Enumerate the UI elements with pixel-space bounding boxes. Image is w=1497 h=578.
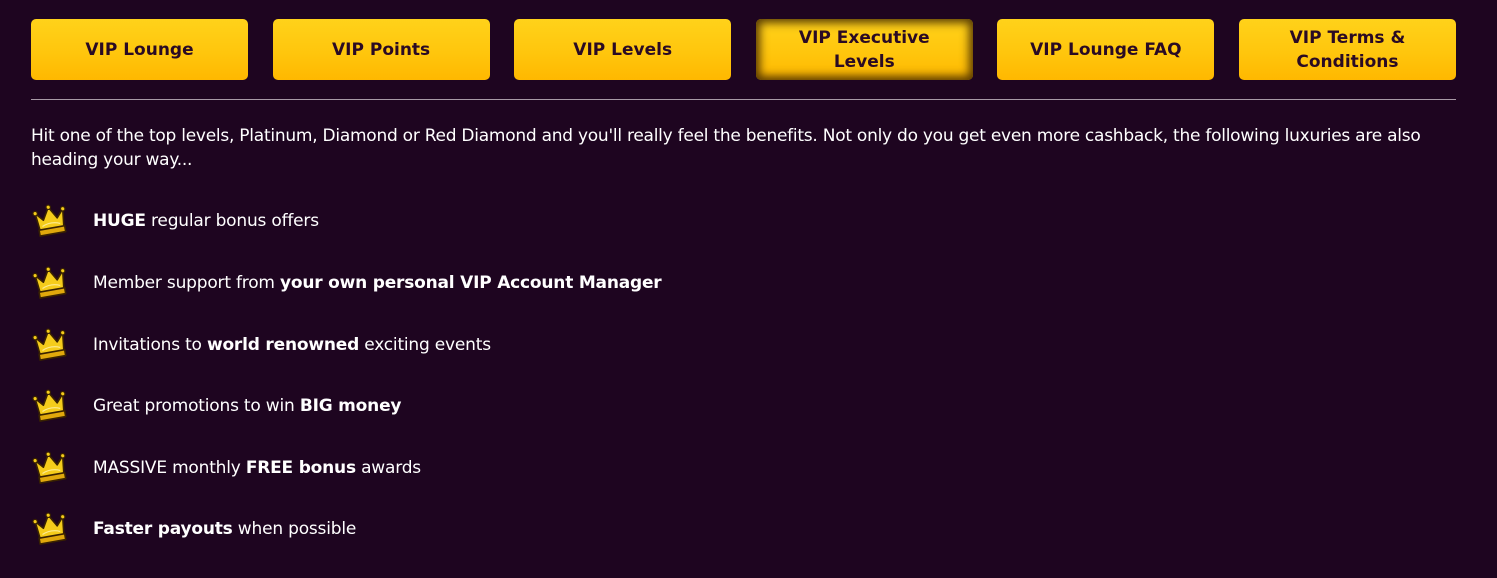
tab-label: VIP Levels	[573, 39, 673, 60]
tab-label: VIP Executive Levels	[798, 27, 930, 72]
intro-paragraph: Hit one of the top levels, Platinum, Dia…	[31, 126, 1421, 170]
crown-icon	[31, 325, 71, 365]
benefit-text: Invitations to world renowned exciting e…	[93, 335, 491, 355]
vip-tab-bar: VIP Lounge VIP Points VIP Levels VIP Exe…	[31, 19, 1456, 80]
benefit-item: HUGE regular bonus offers	[31, 201, 319, 241]
crown-icon	[31, 448, 71, 488]
crown-icon	[31, 263, 71, 303]
crown-icon	[31, 386, 71, 426]
tab-vip-points[interactable]: VIP Points	[272, 19, 490, 80]
crown-icon	[31, 509, 71, 549]
tab-label: VIP Terms & Conditions	[1289, 27, 1406, 72]
benefit-text: Great promotions to win BIG money	[93, 396, 402, 416]
benefit-text: MASSIVE monthly FREE bonus awards	[93, 458, 421, 478]
tab-label: VIP Lounge FAQ	[1030, 39, 1182, 60]
tab-vip-levels[interactable]: VIP Levels	[514, 19, 732, 80]
tab-vip-terms-conditions[interactable]: VIP Terms & Conditions	[1238, 19, 1456, 80]
tab-label: VIP Points	[332, 39, 431, 60]
tab-vip-lounge[interactable]: VIP Lounge	[31, 19, 248, 80]
benefit-text: Member support from your own personal VI…	[93, 273, 662, 293]
benefit-item: Faster payouts when possible	[31, 509, 356, 549]
tab-label: VIP Lounge	[85, 39, 194, 60]
tab-vip-executive-levels[interactable]: VIP Executive Levels	[755, 19, 973, 80]
crown-icon	[31, 201, 71, 241]
benefit-item: Invitations to world renowned exciting e…	[31, 325, 491, 365]
benefit-item: Great promotions to win BIG money	[31, 386, 401, 426]
benefit-item: Member support from your own personal VI…	[31, 263, 662, 303]
section-divider	[31, 99, 1456, 100]
tab-vip-lounge-faq[interactable]: VIP Lounge FAQ	[997, 19, 1215, 80]
benefit-text: HUGE regular bonus offers	[93, 211, 319, 231]
benefit-item: MASSIVE monthly FREE bonus awards	[31, 448, 421, 488]
benefit-text: Faster payouts when possible	[93, 519, 357, 539]
